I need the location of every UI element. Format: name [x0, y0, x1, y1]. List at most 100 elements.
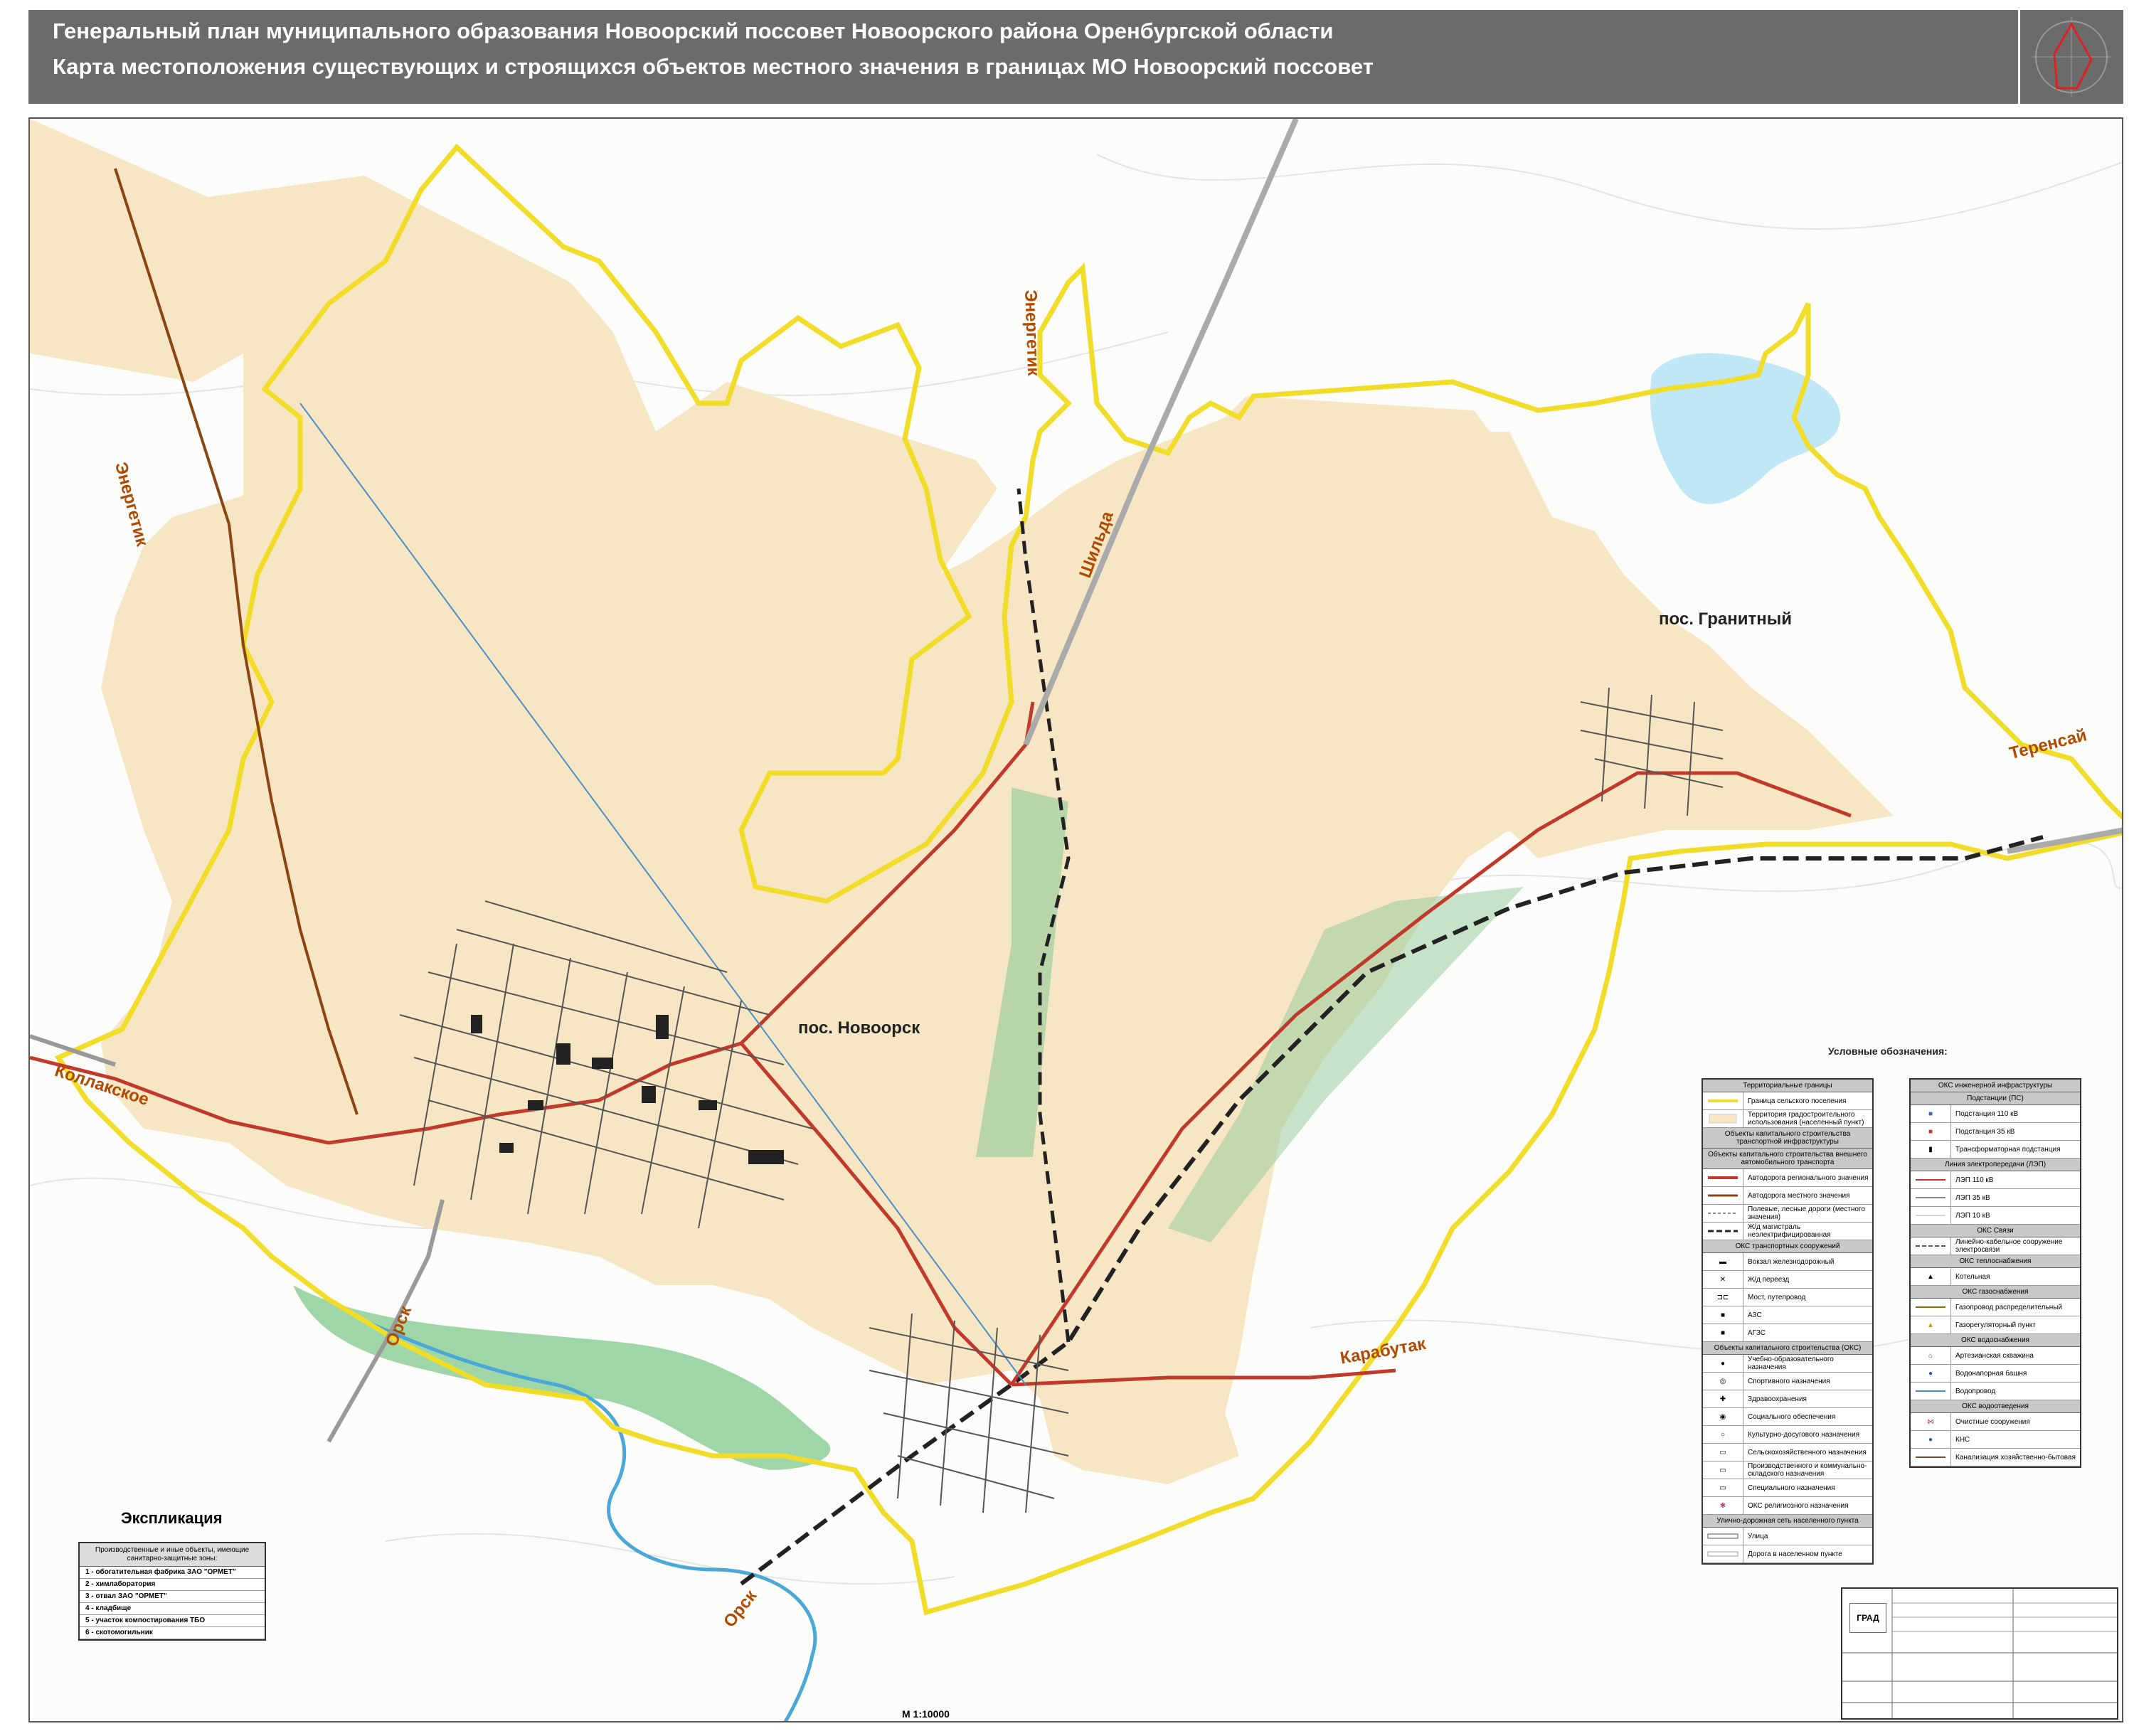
religion-icon: ✱: [1703, 1497, 1743, 1514]
legend-row: Канализация хозяйственно-бытовая: [1911, 1449, 2080, 1466]
map-scale: М 1:10000: [902, 1708, 950, 1720]
explication-table: Производственные и иные объекты, имеющие…: [78, 1542, 266, 1641]
road-label-energetik-top: Энергетик: [1021, 289, 1044, 376]
legend-row: ЛЭП 35 кВ: [1911, 1189, 2080, 1207]
legend-section-header: Улично-дорожная сеть населенного пункта: [1703, 1515, 1872, 1528]
station-icon: ▬: [1703, 1253, 1743, 1270]
legend-row: ○ Культурно-досугового назначения: [1703, 1426, 1872, 1444]
legend-section-header: ОКС транспортных сооружений: [1703, 1240, 1872, 1253]
legend-row: Линейно-кабельное сооружение электросвяз…: [1911, 1237, 2080, 1255]
bridge-icon: ⊐⊏: [1703, 1289, 1743, 1306]
settlement-territory-east: [1253, 432, 1894, 844]
water-tower-icon: ●: [1911, 1365, 1951, 1382]
explication-item: 5 - участок компостирования ТБО: [80, 1615, 265, 1627]
school-icon: ●: [1703, 1355, 1743, 1372]
boiler-icon: ▲: [1911, 1268, 1951, 1285]
legend-row: ✱ ОКС религиозного назначения: [1703, 1497, 1872, 1515]
pump-icon: ●: [1911, 1431, 1951, 1448]
legend-section-header: Линия электропередачи (ЛЭП): [1911, 1159, 2080, 1171]
legend-row: ▭ Сельскохозяйственного назначения: [1703, 1444, 1872, 1461]
agri-icon: ▭: [1703, 1444, 1743, 1461]
legend-row: ▭ Специального назначения: [1703, 1479, 1872, 1497]
legend-row: ● КНС: [1911, 1431, 2080, 1449]
legend-row: Газопровод распределительный: [1911, 1299, 2080, 1316]
well-icon: ⌂: [1911, 1347, 1951, 1364]
title-bar: Генеральный план муниципального образова…: [28, 10, 2123, 104]
legend-row: ● Водонапорная башня: [1911, 1365, 2080, 1383]
legend-section-header: Территориальные границы: [1703, 1080, 1872, 1092]
explication-item: 3 - отвал ЗАО "ОРМЕТ": [80, 1591, 265, 1603]
legend-row: ▲ Газорегуляторный пункт: [1911, 1316, 2080, 1334]
title-block-stamp: ГРАД: [1841, 1587, 2118, 1720]
legend-row: ■ АЗС: [1703, 1306, 1872, 1324]
compass-icon: [2032, 17, 2111, 97]
legend-row: ⊐⊏ Мост, путепровод: [1703, 1289, 1872, 1306]
legend-row: Территория градостроительного использова…: [1703, 1110, 1872, 1128]
explication-item: 6 - скотомогильник: [80, 1627, 265, 1639]
legend-section-header: Объекты капитального строительства внешн…: [1703, 1149, 1872, 1169]
legend-row: Ж/д магистраль неэлектрифицированная: [1703, 1223, 1872, 1240]
legend-section-header: ОКС водоотведения: [1911, 1400, 2080, 1413]
title-line-2: Карта местоположения существующих и стро…: [53, 54, 1374, 79]
legend-row: ■ Подстанция 110 кВ: [1911, 1105, 2080, 1123]
gas-regulator-icon: ▲: [1911, 1316, 1951, 1333]
title-line-1: Генеральный план муниципального образова…: [53, 18, 1334, 43]
culture-icon: ○: [1703, 1426, 1743, 1443]
explication-title: Экспликация: [121, 1509, 223, 1527]
industry-icon: ▭: [1703, 1461, 1743, 1479]
place-label-novoorsk: пос. Новоорск: [798, 1018, 920, 1038]
legend-section-header: Объекты капитального строительства (ОКС): [1703, 1342, 1872, 1355]
explication-item: 4 - кладбище: [80, 1603, 265, 1615]
legend-right: ОКС инженерной инфраструктуры Подстанции…: [1909, 1078, 2081, 1468]
transformer-icon: ▮: [1911, 1141, 1951, 1158]
legend-row: Водопровод: [1911, 1383, 2080, 1400]
treatment-icon: ⋈: [1911, 1413, 1951, 1430]
explication-item: 1 - обогатительная фабрика ЗАО "ОРМЕТ": [80, 1567, 265, 1579]
legend-row: ▮ Трансформаторная подстанция: [1911, 1141, 2080, 1159]
legend-section-header: Подстанции (ПС): [1911, 1092, 2080, 1105]
legend-section-header: ОКС водоснабжения: [1911, 1334, 2080, 1347]
legend-row: Улица: [1703, 1528, 1872, 1545]
legend-row: Автодорога местного значения: [1703, 1187, 1872, 1205]
legend-row: ЛЭП 10 кВ: [1911, 1207, 2080, 1225]
legend-row: ▬ Вокзал железнодорожный: [1703, 1253, 1872, 1271]
legend-row: ▭ Производственного и коммунально-складск…: [1703, 1461, 1872, 1479]
legend-section-header: Объекты капитального строительства транс…: [1703, 1128, 1872, 1149]
legend-title: Условные обозначения:: [1828, 1045, 1948, 1057]
legend-row: ◉ Социального обеспечения: [1703, 1408, 1872, 1426]
social-icon: ◉: [1703, 1408, 1743, 1425]
crossing-icon: ✕: [1703, 1271, 1743, 1288]
sport-icon: ◎: [1703, 1373, 1743, 1390]
legend-row: Граница сельского поселения: [1703, 1092, 1872, 1110]
legend-section-header: ОКС теплоснабжения: [1911, 1255, 2080, 1268]
floodplain-forest: [293, 1285, 831, 1470]
legend-row: ✕ Ж/д переезд: [1703, 1271, 1872, 1289]
legend-row: ⋈ Очистные сооружения: [1911, 1413, 2080, 1431]
company-logo: ГРАД: [1849, 1603, 1886, 1633]
legend-left: Территориальные границы Граница сельског…: [1702, 1078, 1874, 1565]
substation-35-icon: ■: [1911, 1123, 1951, 1140]
highway-terensay-gray: [2007, 827, 2122, 854]
legend-row: ⌂ Артезианская скважина: [1911, 1347, 2080, 1365]
legend-row: Полевые, лесные дороги (местного значени…: [1703, 1205, 1872, 1223]
legend-row: ЛЭП 110 кВ: [1911, 1171, 2080, 1189]
north-arrow: [2018, 10, 2123, 104]
legend-section-header: ОКС Связи: [1911, 1225, 2080, 1237]
explication-item: 2 - химлаборатория: [80, 1579, 265, 1591]
fuel-icon: ■: [1703, 1306, 1743, 1324]
legend-row: ■ Подстанция 35 кВ: [1911, 1123, 2080, 1141]
gas-station-icon: ■: [1703, 1324, 1743, 1341]
place-label-granitny: пос. Гранитный: [1659, 609, 1792, 629]
legend-section-header: ОКС газоснабжения: [1911, 1286, 2080, 1299]
special-icon: ▭: [1703, 1479, 1743, 1496]
substation-110-icon: ■: [1911, 1105, 1951, 1122]
legend-row: Дорога в населенном пункте: [1703, 1545, 1872, 1563]
legend-row: ▲ Котельная: [1911, 1268, 2080, 1286]
legend-row: ◎ Спортивного назначения: [1703, 1373, 1872, 1390]
legend-section-header: ОКС инженерной инфраструктуры: [1911, 1080, 2080, 1092]
legend-row: ✚ Здравоохранения: [1703, 1390, 1872, 1408]
explication-header: Производственные и иные объекты, имеющие…: [80, 1543, 265, 1567]
legend-row: Автодорога регионального значения: [1703, 1169, 1872, 1187]
legend-row: ■ АГЗС: [1703, 1324, 1872, 1342]
legend-row: ● Учебно-образовательного назначения: [1703, 1355, 1872, 1373]
